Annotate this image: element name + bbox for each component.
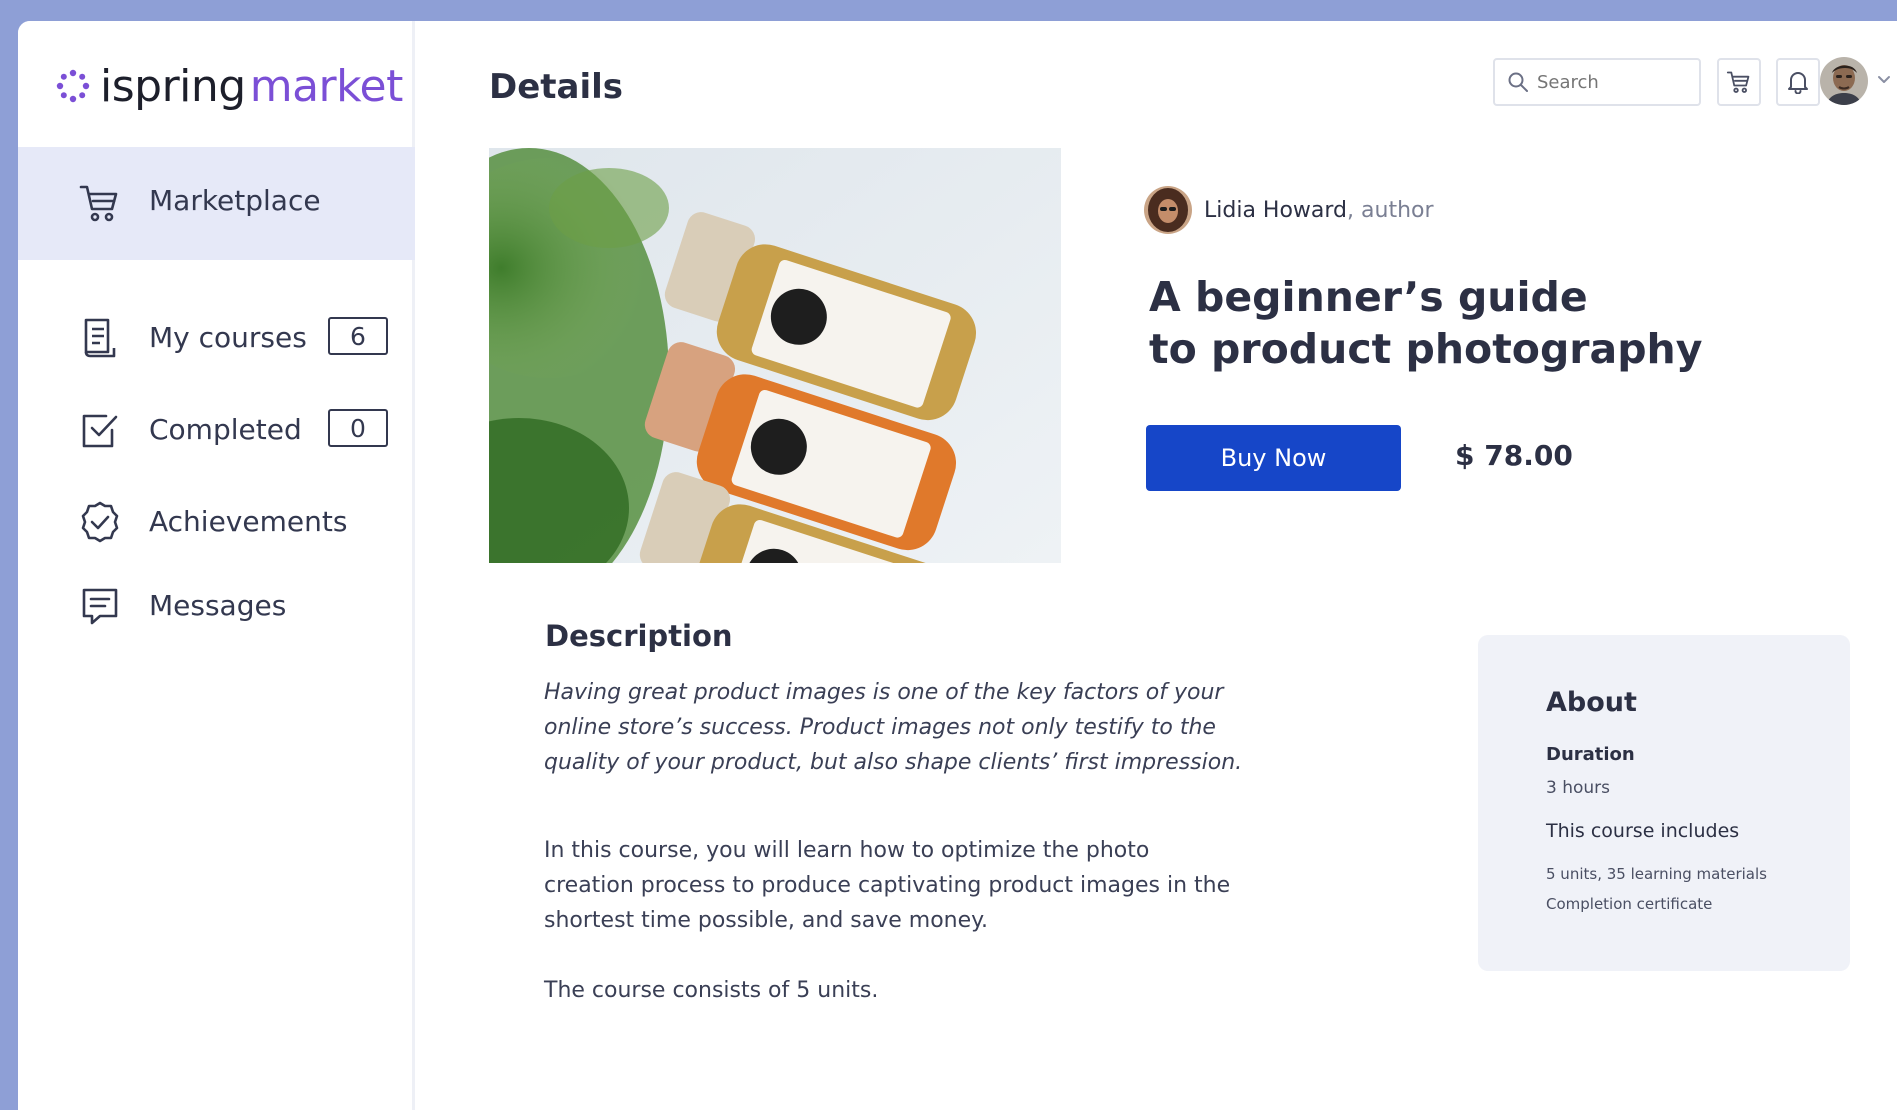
courses-icon: [84, 318, 116, 358]
about-title: About: [1546, 687, 1637, 718]
cart-icon: [1726, 71, 1750, 93]
duration-label: Duration: [1546, 744, 1635, 765]
achievement-badge-icon: [81, 501, 119, 543]
logo[interactable]: ispring market: [54, 60, 404, 112]
description-line: In this course, you will learn how to op…: [544, 838, 1150, 863]
author-name[interactable]: Lidia Howard: [1204, 198, 1347, 223]
includes-label: This course includes: [1546, 820, 1740, 842]
messages-icon: [82, 588, 118, 625]
sidebar-item-completed[interactable]: Completed 0: [18, 405, 415, 455]
sidebar-item-label: Achievements: [149, 505, 348, 538]
course-cover-image: [489, 148, 1061, 563]
about-card: About Duration 3 hours This course inclu…: [1478, 635, 1850, 971]
completed-count-badge: 0: [328, 409, 388, 447]
description-heading: Description: [545, 619, 733, 653]
user-avatar[interactable]: [1820, 57, 1868, 105]
sidebar: ispring market Marketplace My courses 6: [18, 21, 415, 1110]
duration-value: 3 hours: [1546, 778, 1611, 798]
sidebar-item-label: My courses: [149, 321, 307, 354]
course-title: A beginner’s guide to product photograph…: [1149, 271, 1702, 375]
search-icon: [1508, 72, 1528, 92]
logo-text-market: market: [249, 60, 404, 112]
buy-now-button[interactable]: Buy Now: [1146, 425, 1401, 491]
notifications-button[interactable]: [1776, 58, 1820, 106]
page-title: Details: [489, 67, 624, 107]
logo-mark-icon: [56, 69, 90, 103]
cart-button[interactable]: [1717, 58, 1761, 106]
courses-count-badge: 6: [328, 317, 388, 355]
sidebar-item-messages[interactable]: Messages: [18, 581, 415, 631]
logo-text-ispring: ispring: [100, 60, 246, 112]
app-window: ispring market Marketplace My courses 6: [18, 21, 1897, 1110]
search-input[interactable]: [1537, 71, 1687, 93]
author-role: , author: [1347, 197, 1434, 223]
course-title-line: to product photography: [1149, 325, 1703, 373]
sidebar-item-label: Marketplace: [149, 184, 321, 217]
search-box[interactable]: [1493, 58, 1701, 106]
juice-bottles-illustration: [489, 148, 1061, 563]
sidebar-item-achievements[interactable]: Achievements: [18, 497, 415, 547]
user-avatar-image: [1820, 57, 1868, 105]
completed-check-icon: [82, 414, 118, 448]
description-line: creation process to produce captivating …: [544, 873, 1231, 898]
chevron-down-icon[interactable]: [1877, 75, 1891, 85]
author-avatar-image: [1144, 186, 1192, 234]
description-intro: Having great product images is one of th…: [544, 675, 1264, 780]
sidebar-item-label: Messages: [149, 589, 287, 622]
sidebar-item-label: Completed: [149, 413, 302, 446]
description-line: quality of your product, but also shape …: [544, 750, 1243, 775]
includes-units: 5 units, 35 learning materials: [1546, 865, 1767, 883]
course-price: $ 78.00: [1455, 439, 1573, 472]
author-avatar[interactable]: [1144, 186, 1192, 234]
description-units: The course consists of 5 units.: [544, 978, 879, 1003]
sidebar-item-my-courses[interactable]: My courses 6: [18, 313, 415, 363]
description-body: In this course, you will learn how to op…: [544, 833, 1264, 938]
description-line: shortest time possible, and save money.: [544, 908, 989, 933]
includes-certificate: Completion certificate: [1546, 895, 1713, 913]
course-title-line: A beginner’s guide: [1149, 273, 1588, 321]
bell-icon: [1788, 72, 1808, 94]
cart-icon: [79, 185, 118, 222]
author-info: Lidia Howard , author: [1144, 186, 1434, 234]
description-line: online store’s success. Product images n…: [544, 715, 1216, 740]
description-line: Having great product images is one of th…: [544, 680, 1224, 705]
sidebar-item-marketplace[interactable]: Marketplace: [18, 147, 415, 260]
